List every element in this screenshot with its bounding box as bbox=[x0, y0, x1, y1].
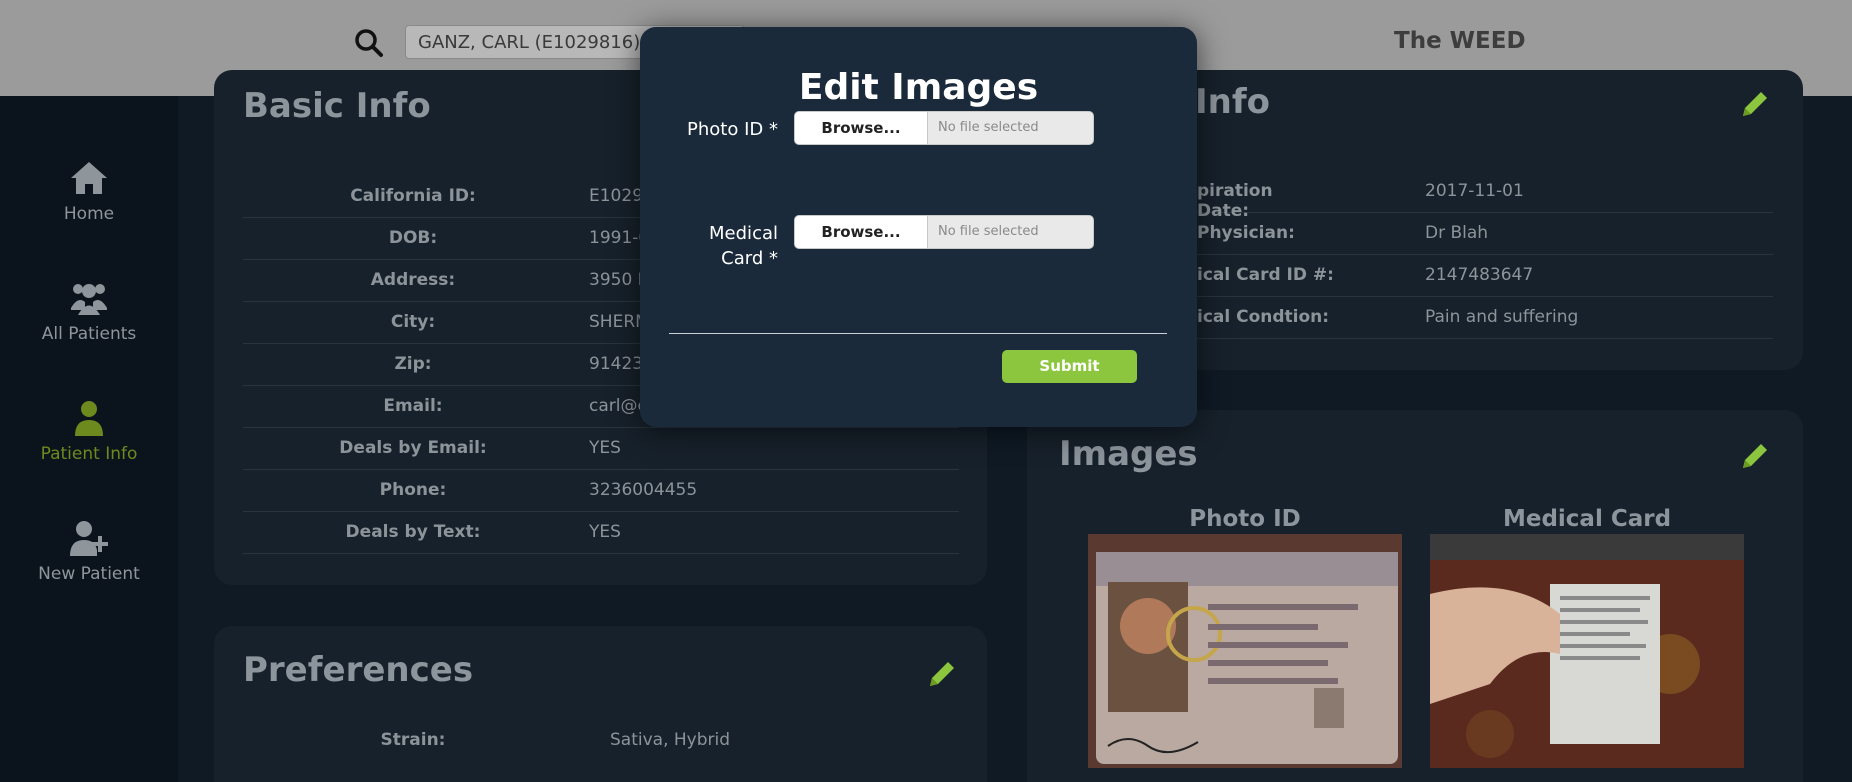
sidebar-item-label: All Patients bbox=[41, 324, 137, 344]
photo-id-field-label: Photo ID * bbox=[687, 119, 778, 140]
table-row: Deals by Email: YES bbox=[243, 428, 959, 470]
medical-info-title: Info bbox=[1195, 82, 1271, 122]
brand-title: The WEED bbox=[1394, 28, 1526, 54]
preferences-title: Preferences bbox=[243, 650, 474, 690]
row-label: City: bbox=[390, 312, 436, 332]
pencil-icon[interactable] bbox=[926, 658, 958, 690]
row-value: Sativa, Hybrid bbox=[610, 730, 731, 750]
pencil-icon[interactable] bbox=[1739, 88, 1771, 120]
pencil-icon[interactable] bbox=[1739, 440, 1771, 472]
row-value: Pain and suffering bbox=[1425, 307, 1579, 327]
user-plus-icon bbox=[70, 521, 108, 556]
search-icon[interactable] bbox=[354, 28, 384, 58]
home-icon bbox=[71, 162, 107, 194]
user-icon bbox=[75, 401, 103, 436]
sidebar-item-label: Patient Info bbox=[40, 444, 138, 464]
medical-card-label: Medical Card bbox=[1502, 506, 1672, 532]
basic-info-title: Basic Info bbox=[243, 86, 431, 126]
row-label: Deals by Email: bbox=[339, 438, 487, 458]
sidebar-item-all-patients[interactable]: All Patients bbox=[0, 278, 178, 378]
row-label: Email: bbox=[383, 396, 443, 416]
medical-card-label-line2: Card * bbox=[721, 248, 778, 269]
sidebar-item-patient-info[interactable]: Patient Info bbox=[0, 398, 178, 498]
row-label: Address: bbox=[370, 270, 456, 290]
table-row: ical Card ID #: 2147483647 bbox=[1197, 255, 1773, 297]
medical-card-file-input[interactable]: Browse... No file selected bbox=[794, 215, 1094, 249]
table-row: Phone: 3236004455 bbox=[243, 470, 959, 512]
preferences-card: Preferences Strain: Sativa, Hybrid bbox=[214, 626, 987, 782]
drivers-license-photo bbox=[1088, 534, 1402, 768]
row-value: Dr Blah bbox=[1425, 223, 1489, 243]
medical-card-photo bbox=[1430, 534, 1744, 768]
row-label: ical Card ID #: bbox=[1197, 265, 1334, 285]
row-label: ical Condtion: bbox=[1197, 307, 1330, 327]
photo-id-image[interactable] bbox=[1088, 534, 1402, 768]
photo-id-browse-button[interactable]: Browse... bbox=[794, 111, 928, 145]
medical-card-field-label: Medical Card * bbox=[660, 221, 778, 271]
images-title: Images bbox=[1059, 434, 1198, 474]
sidebar: Home All Patients Patient Info New Patie… bbox=[0, 96, 178, 782]
table-row: piration Date: 2017-11-01 bbox=[1197, 171, 1773, 221]
table-row: Physician: Dr Blah bbox=[1197, 213, 1773, 255]
row-value: 2017-11-01 bbox=[1425, 181, 1524, 201]
modal-title: Edit Images bbox=[798, 67, 1039, 108]
sidebar-item-home[interactable]: Home bbox=[0, 158, 178, 258]
row-label: California ID: bbox=[350, 186, 476, 206]
row-value: YES bbox=[589, 438, 621, 458]
photo-id-filename: No file selected bbox=[928, 111, 1094, 145]
images-card: Images Photo ID Medical Card bbox=[1027, 410, 1803, 782]
photo-id-file-input[interactable]: Browse... No file selected bbox=[794, 111, 1094, 145]
medical-card-label-line1: Medical bbox=[709, 223, 778, 244]
modal-divider bbox=[669, 333, 1167, 334]
row-value: 3236004455 bbox=[589, 480, 698, 500]
sidebar-item-new-patient[interactable]: New Patient bbox=[0, 518, 178, 618]
row-label: Deals by Text: bbox=[345, 522, 481, 542]
sidebar-item-label: New Patient bbox=[38, 564, 140, 584]
table-row: Strain: Sativa, Hybrid bbox=[243, 720, 959, 762]
medical-card-image[interactable] bbox=[1430, 534, 1744, 768]
row-value: YES bbox=[589, 522, 621, 542]
medical-card-browse-button[interactable]: Browse... bbox=[794, 215, 928, 249]
row-value: 2147483647 bbox=[1425, 265, 1534, 285]
photo-id-label: Photo ID bbox=[1189, 506, 1301, 532]
users-icon bbox=[71, 284, 107, 315]
medical-card-filename: No file selected bbox=[928, 215, 1094, 249]
submit-button[interactable]: Submit bbox=[1002, 350, 1137, 383]
row-label: Strain: bbox=[380, 730, 446, 750]
table-row: Deals by Text: YES bbox=[243, 512, 959, 554]
table-row: ical Condtion: Pain and suffering bbox=[1197, 297, 1773, 339]
edit-images-modal: Edit Images Photo ID * Browse... No file… bbox=[640, 27, 1197, 427]
row-label: Zip: bbox=[394, 354, 432, 374]
row-label: Physician: bbox=[1197, 223, 1295, 243]
sidebar-item-label: Home bbox=[63, 204, 115, 224]
row-label: Phone: bbox=[379, 480, 447, 500]
row-label: DOB: bbox=[388, 228, 438, 248]
